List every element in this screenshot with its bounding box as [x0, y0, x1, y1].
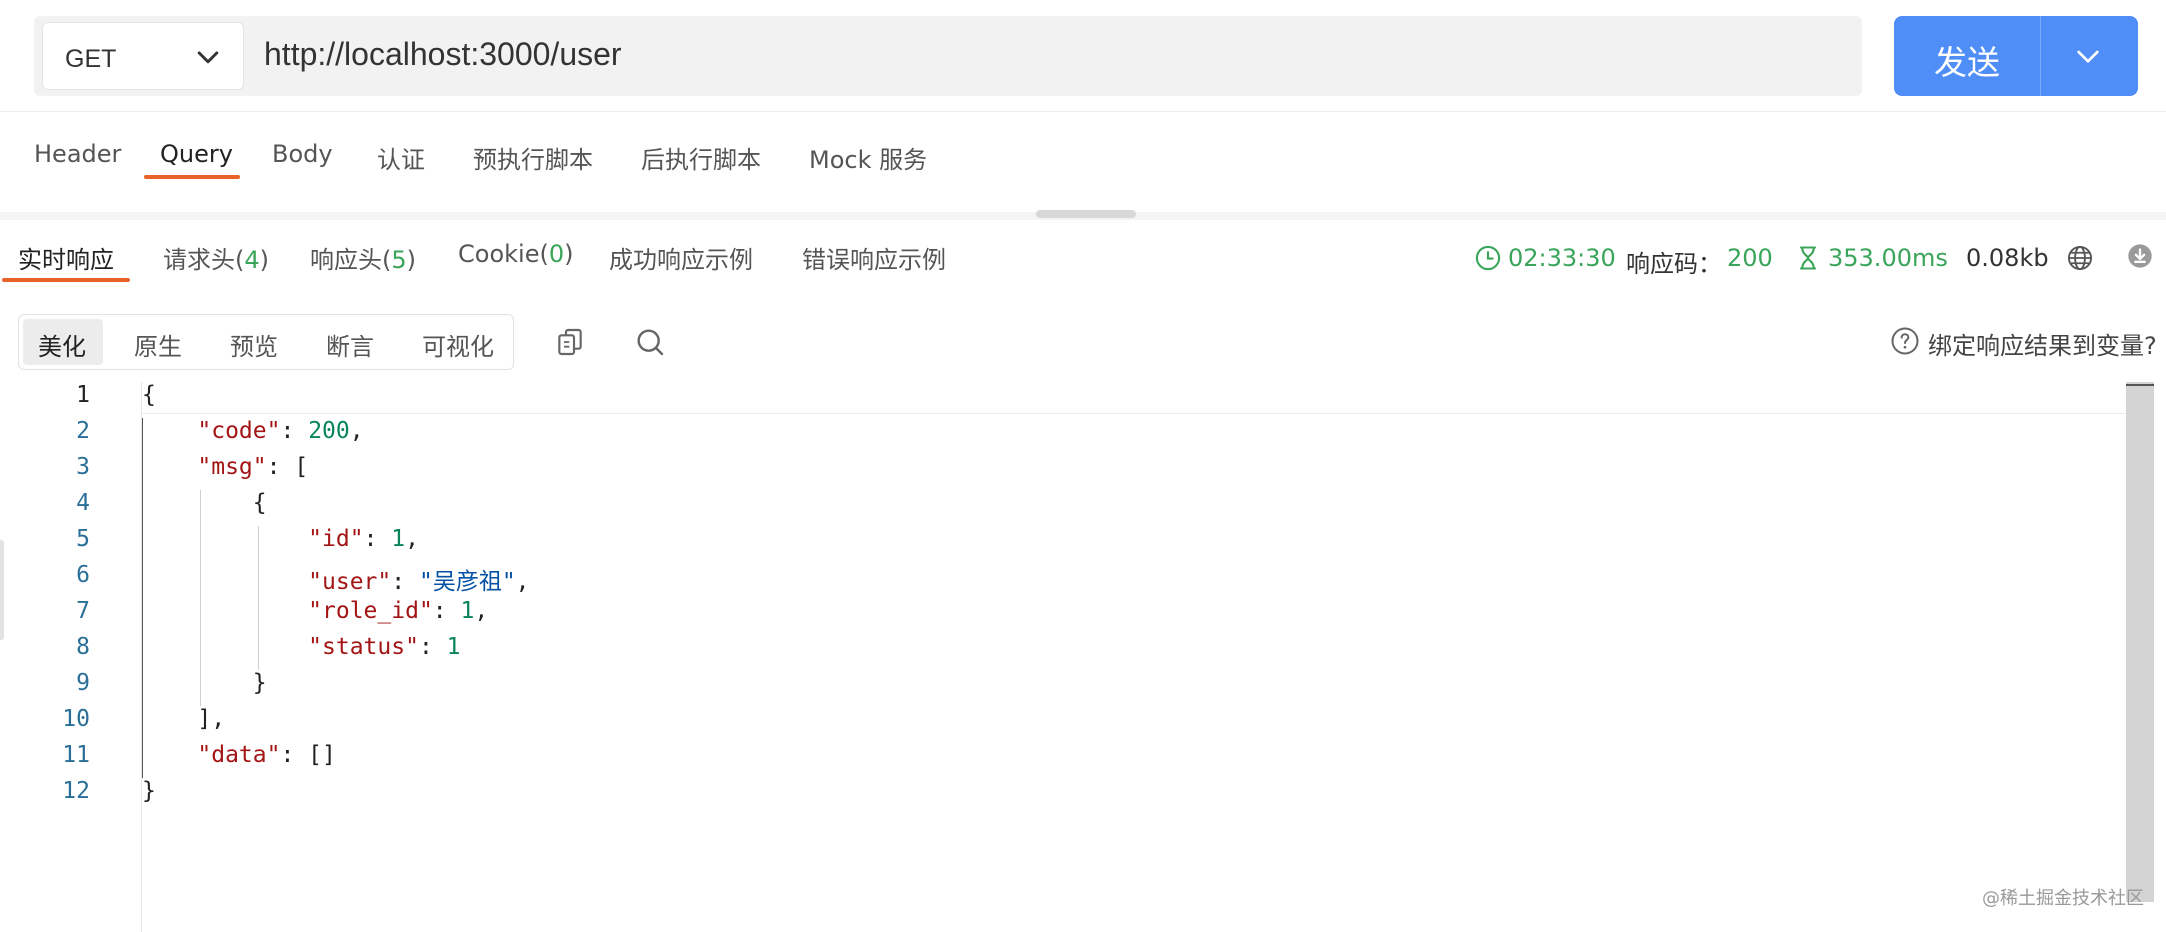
line-number: 2 [76, 418, 90, 444]
line-number: 10 [62, 706, 90, 732]
json-key: "id" [308, 526, 364, 552]
copy-icon[interactable] [554, 326, 586, 358]
watermark: @稀土掘金技术社区 [1982, 888, 2144, 909]
json-key: "user" [308, 569, 392, 595]
tab-cookie[interactable]: Cookie(0) [458, 240, 573, 268]
send-label: 发送 [1934, 43, 2000, 82]
response-editor[interactable]: 1 2 3 4 5 6 7 8 9 10 11 12 { "code": 200… [0, 382, 2166, 932]
tab-auth[interactable]: 认证 [377, 140, 425, 175]
view-mode-segment: 美化 原生 预览 断言 可视化 [18, 314, 514, 370]
json-number: 1 [391, 526, 406, 552]
code-line: "msg": [ [197, 454, 309, 480]
json-number: 1 [446, 634, 461, 660]
search-icon[interactable] [634, 326, 666, 358]
request-bar: GET http://localhost:3000/user 发送 [0, 0, 2166, 112]
line-number: 4 [76, 490, 90, 516]
hourglass-icon [1799, 246, 1817, 270]
chevron-down-icon [197, 51, 219, 64]
method-label: GET [65, 45, 117, 73]
response-time: 02:33:30 [1508, 244, 1616, 272]
paren: ) [406, 246, 417, 274]
clock-icon [1475, 245, 1501, 271]
tab-header[interactable]: Header [34, 140, 121, 168]
editor-scrollbar[interactable] [2126, 382, 2154, 902]
scrollbar-thumb-edge [2126, 384, 2154, 386]
code-line: ], [142, 706, 226, 732]
json-number: 200 [308, 418, 350, 444]
tab-request-headers[interactable]: 请求头(4) [163, 240, 269, 275]
view-mode-pretty[interactable]: 美化 [38, 327, 86, 362]
response-tab-indicator [2, 278, 130, 282]
tab-response-headers-label: 响应头( [310, 246, 392, 274]
url-box: GET http://localhost:3000/user [34, 16, 1862, 96]
json-key: "msg" [197, 454, 267, 480]
download-icon[interactable] [2126, 242, 2154, 270]
line-number: 1 [76, 382, 90, 408]
tab-post-script[interactable]: 后执行脚本 [641, 140, 761, 175]
help-circle-icon[interactable] [1890, 326, 1920, 356]
view-mode-preview[interactable]: 预览 [230, 327, 278, 362]
json-string: "吴彦祖" [418, 569, 516, 595]
view-mode-visualize[interactable]: 可视化 [422, 327, 494, 362]
tab-realtime-response[interactable]: 实时响应 [18, 240, 114, 275]
send-options-chevron-icon[interactable] [2072, 40, 2104, 72]
view-mode-raw[interactable]: 原生 [134, 327, 182, 362]
code-line: "role_id": 1, [308, 598, 489, 624]
json-key: "status" [308, 634, 419, 660]
code-line: "data": [] [197, 742, 336, 768]
code-line: { [142, 490, 267, 516]
collapse-handle[interactable] [0, 540, 4, 640]
code-line: } [142, 778, 156, 804]
splitter-handle[interactable] [1036, 210, 1136, 218]
line-number: 12 [62, 778, 90, 804]
current-line-highlight [142, 413, 2128, 414]
json-number: 1 [460, 598, 475, 624]
tab-body[interactable]: Body [272, 140, 333, 168]
request-headers-count: 4 [244, 246, 260, 274]
paren: ) [564, 240, 574, 268]
line-number: 3 [76, 454, 90, 480]
code-line: "id": 1, [308, 526, 419, 552]
url-input[interactable]: http://localhost:3000/user [264, 36, 622, 73]
line-number: 5 [76, 526, 90, 552]
response-size: 0.08kb [1966, 244, 2049, 272]
json-key: "data" [197, 742, 281, 768]
tab-active-indicator [144, 175, 240, 179]
line-number: 7 [76, 598, 90, 624]
tab-pre-script[interactable]: 预执行脚本 [473, 140, 593, 175]
tab-request-headers-label: 请求头( [163, 246, 245, 274]
globe-icon[interactable] [2066, 244, 2094, 272]
line-number: 8 [76, 634, 90, 660]
paren: ) [259, 246, 270, 274]
status-code: 200 [1727, 244, 1773, 272]
view-mode-assert[interactable]: 断言 [326, 327, 374, 362]
json-key: "role_id" [308, 598, 433, 624]
bind-response-variable-link[interactable]: 绑定响应结果到变量? [1928, 326, 2157, 361]
tab-cookie-label: Cookie( [458, 240, 549, 268]
response-headers-count: 5 [391, 246, 407, 274]
tab-mock[interactable]: Mock 服务 [809, 140, 927, 175]
code-line: } [142, 670, 267, 696]
tab-response-headers[interactable]: 响应头(5) [310, 240, 416, 275]
status-label: 响应码： [1626, 250, 1722, 278]
tab-error-example[interactable]: 错误响应示例 [802, 240, 946, 275]
send-button[interactable]: 发送 [1894, 16, 2138, 96]
cookie-count: 0 [548, 240, 565, 268]
method-select[interactable]: GET [42, 22, 244, 90]
send-divider [2040, 16, 2041, 96]
response-duration: 353.00ms [1828, 244, 1948, 272]
tab-success-example[interactable]: 成功响应示例 [609, 240, 753, 275]
code-line: "user": "吴彦祖", [308, 569, 530, 595]
tab-query[interactable]: Query [160, 140, 233, 168]
code-line: "code": 200, [197, 418, 364, 444]
line-number: 9 [76, 670, 90, 696]
code-line: "status": 1 [308, 634, 461, 660]
code-line: { [142, 382, 156, 408]
json-key: "code" [197, 418, 281, 444]
line-number: 11 [62, 742, 90, 768]
line-number: 6 [76, 562, 90, 588]
